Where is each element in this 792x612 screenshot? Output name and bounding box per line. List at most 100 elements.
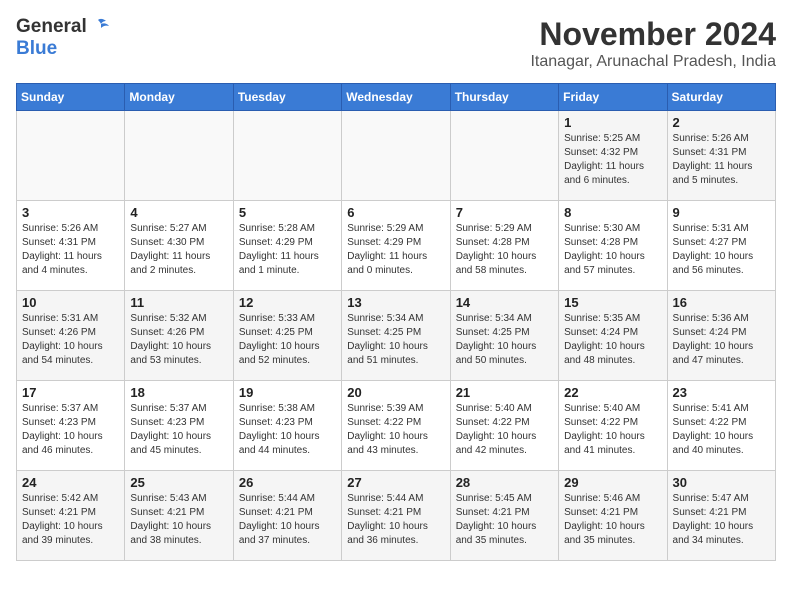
calendar-cell: 15 Sunrise: 5:35 AMSunset: 4:24 PMDayligh…: [559, 291, 667, 381]
day-number: 14: [456, 295, 553, 310]
calendar-cell: 4 Sunrise: 5:27 AMSunset: 4:30 PMDaylight…: [125, 201, 233, 291]
day-number: 30: [673, 475, 770, 490]
day-number: 23: [673, 385, 770, 400]
day-info: Sunrise: 5:26 AMSunset: 4:31 PMDaylight:…: [673, 132, 770, 188]
day-number: 11: [130, 295, 227, 310]
calendar-cell: 19 Sunrise: 5:38 AMSunset: 4:23 PMDayligh…: [233, 381, 341, 471]
header-row: SundayMondayTuesdayWednesdayThursdayFrid…: [17, 84, 776, 111]
day-info: Sunrise: 5:42 AMSunset: 4:21 PMDaylight:…: [22, 492, 119, 548]
logo-bird-icon: [87, 18, 109, 36]
header-day-tuesday: Tuesday: [233, 84, 341, 111]
day-info: Sunrise: 5:39 AMSunset: 4:22 PMDaylight:…: [347, 402, 444, 458]
day-number: 22: [564, 385, 661, 400]
day-info: Sunrise: 5:40 AMSunset: 4:22 PMDaylight:…: [564, 402, 661, 458]
location-subtitle: Itanagar, Arunachal Pradesh, India: [530, 53, 776, 71]
day-info: Sunrise: 5:44 AMSunset: 4:21 PMDaylight:…: [347, 492, 444, 548]
week-row-1: 1 Sunrise: 5:25 AMSunset: 4:32 PMDaylight…: [17, 111, 776, 201]
week-row-5: 24 Sunrise: 5:42 AMSunset: 4:21 PMDayligh…: [17, 471, 776, 561]
day-number: 25: [130, 475, 227, 490]
day-number: 28: [456, 475, 553, 490]
header-day-thursday: Thursday: [450, 84, 558, 111]
day-info: Sunrise: 5:43 AMSunset: 4:21 PMDaylight:…: [130, 492, 227, 548]
day-info: Sunrise: 5:31 AMSunset: 4:27 PMDaylight:…: [673, 222, 770, 278]
day-info: Sunrise: 5:36 AMSunset: 4:24 PMDaylight:…: [673, 312, 770, 368]
logo-blue-text: Blue: [16, 38, 57, 59]
calendar-cell: 10 Sunrise: 5:31 AMSunset: 4:26 PMDayligh…: [17, 291, 125, 381]
calendar-cell: 28 Sunrise: 5:45 AMSunset: 4:21 PMDayligh…: [450, 471, 558, 561]
calendar-cell: 20 Sunrise: 5:39 AMSunset: 4:22 PMDayligh…: [342, 381, 450, 471]
calendar-cell: 1 Sunrise: 5:25 AMSunset: 4:32 PMDaylight…: [559, 111, 667, 201]
calendar-cell: 25 Sunrise: 5:43 AMSunset: 4:21 PMDayligh…: [125, 471, 233, 561]
day-info: Sunrise: 5:29 AMSunset: 4:29 PMDaylight:…: [347, 222, 444, 278]
day-number: 2: [673, 115, 770, 130]
calendar-cell: 16 Sunrise: 5:36 AMSunset: 4:24 PMDayligh…: [667, 291, 775, 381]
day-info: Sunrise: 5:38 AMSunset: 4:23 PMDaylight:…: [239, 402, 336, 458]
calendar-cell: 21 Sunrise: 5:40 AMSunset: 4:22 PMDayligh…: [450, 381, 558, 471]
title-block: November 2024 Itanagar, Arunachal Prades…: [530, 16, 776, 71]
day-info: Sunrise: 5:34 AMSunset: 4:25 PMDaylight:…: [347, 312, 444, 368]
calendar-cell: 14 Sunrise: 5:34 AMSunset: 4:25 PMDayligh…: [450, 291, 558, 381]
header-day-monday: Monday: [125, 84, 233, 111]
day-info: Sunrise: 5:44 AMSunset: 4:21 PMDaylight:…: [239, 492, 336, 548]
month-year-title: November 2024: [530, 16, 776, 53]
day-number: 10: [22, 295, 119, 310]
day-info: Sunrise: 5:46 AMSunset: 4:21 PMDaylight:…: [564, 492, 661, 548]
day-number: 7: [456, 205, 553, 220]
day-number: 20: [347, 385, 444, 400]
week-row-2: 3Sunrise: 5:26 AMSunset: 4:31 PMDaylight…: [17, 201, 776, 291]
day-info: Sunrise: 5:28 AMSunset: 4:29 PMDaylight:…: [239, 222, 336, 278]
calendar-cell: 11 Sunrise: 5:32 AMSunset: 4:26 PMDayligh…: [125, 291, 233, 381]
header-day-friday: Friday: [559, 84, 667, 111]
day-info: Sunrise: 5:47 AMSunset: 4:21 PMDaylight:…: [673, 492, 770, 548]
calendar-table: SundayMondayTuesdayWednesdayThursdayFrid…: [16, 83, 776, 561]
calendar-cell: 2 Sunrise: 5:26 AMSunset: 4:31 PMDaylight…: [667, 111, 775, 201]
calendar-cell: 22 Sunrise: 5:40 AMSunset: 4:22 PMDayligh…: [559, 381, 667, 471]
day-number: 1: [564, 115, 661, 130]
calendar-cell: 27Sunrise: 5:44 AMSunset: 4:21 PMDayligh…: [342, 471, 450, 561]
logo-general-text: General: [16, 16, 87, 38]
day-info: Sunrise: 5:35 AMSunset: 4:24 PMDaylight:…: [564, 312, 661, 368]
day-number: 16: [673, 295, 770, 310]
calendar-cell: [342, 111, 450, 201]
day-info: Sunrise: 5:40 AMSunset: 4:22 PMDaylight:…: [456, 402, 553, 458]
calendar-cell: 3Sunrise: 5:26 AMSunset: 4:31 PMDaylight…: [17, 201, 125, 291]
calendar-cell: 6Sunrise: 5:29 AMSunset: 4:29 PMDaylight…: [342, 201, 450, 291]
day-info: Sunrise: 5:27 AMSunset: 4:30 PMDaylight:…: [130, 222, 227, 278]
day-number: 26: [239, 475, 336, 490]
day-number: 8: [564, 205, 661, 220]
day-number: 3: [22, 205, 119, 220]
day-number: 9: [673, 205, 770, 220]
page-header: General Blue November 2024 Itanagar, Aru…: [16, 16, 776, 71]
week-row-3: 10 Sunrise: 5:31 AMSunset: 4:26 PMDayligh…: [17, 291, 776, 381]
day-info: Sunrise: 5:25 AMSunset: 4:32 PMDaylight:…: [564, 132, 661, 188]
week-row-4: 17 Sunrise: 5:37 AMSunset: 4:23 PMDayligh…: [17, 381, 776, 471]
day-info: Sunrise: 5:45 AMSunset: 4:21 PMDaylight:…: [456, 492, 553, 548]
day-number: 13: [347, 295, 444, 310]
calendar-body: 1 Sunrise: 5:25 AMSunset: 4:32 PMDaylight…: [17, 111, 776, 561]
day-number: 21: [456, 385, 553, 400]
day-number: 15: [564, 295, 661, 310]
calendar-cell: 18Sunrise: 5:37 AMSunset: 4:23 PMDayligh…: [125, 381, 233, 471]
calendar-cell: [125, 111, 233, 201]
day-info: Sunrise: 5:34 AMSunset: 4:25 PMDaylight:…: [456, 312, 553, 368]
day-info: Sunrise: 5:37 AMSunset: 4:23 PMDaylight:…: [22, 402, 119, 458]
calendar-cell: 7Sunrise: 5:29 AMSunset: 4:28 PMDaylight…: [450, 201, 558, 291]
calendar-cell: 26 Sunrise: 5:44 AMSunset: 4:21 PMDayligh…: [233, 471, 341, 561]
day-info: Sunrise: 5:32 AMSunset: 4:26 PMDaylight:…: [130, 312, 227, 368]
day-number: 17: [22, 385, 119, 400]
day-number: 29: [564, 475, 661, 490]
calendar-cell: 9 Sunrise: 5:31 AMSunset: 4:27 PMDaylight…: [667, 201, 775, 291]
calendar-cell: [450, 111, 558, 201]
day-number: 19: [239, 385, 336, 400]
day-info: Sunrise: 5:41 AMSunset: 4:22 PMDaylight:…: [673, 402, 770, 458]
calendar-cell: 13 Sunrise: 5:34 AMSunset: 4:25 PMDayligh…: [342, 291, 450, 381]
day-number: 12: [239, 295, 336, 310]
day-number: 4: [130, 205, 227, 220]
calendar-cell: 17 Sunrise: 5:37 AMSunset: 4:23 PMDayligh…: [17, 381, 125, 471]
day-number: 24: [22, 475, 119, 490]
calendar-cell: 29 Sunrise: 5:46 AMSunset: 4:21 PMDayligh…: [559, 471, 667, 561]
logo: General Blue: [16, 16, 109, 60]
calendar-cell: 8Sunrise: 5:30 AMSunset: 4:28 PMDaylight…: [559, 201, 667, 291]
day-info: Sunrise: 5:31 AMSunset: 4:26 PMDaylight:…: [22, 312, 119, 368]
calendar-cell: 30 Sunrise: 5:47 AMSunset: 4:21 PMDayligh…: [667, 471, 775, 561]
